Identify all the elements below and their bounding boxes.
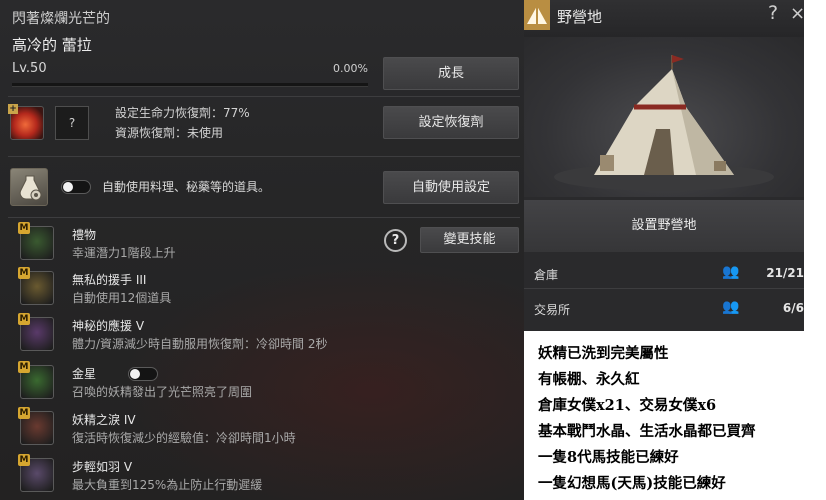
auto-use-toggle[interactable] xyxy=(61,180,91,194)
setup-camp-button[interactable]: 設置野營地 xyxy=(524,200,804,252)
master-badge: M xyxy=(18,222,30,234)
empty-potion-slot[interactable]: ? xyxy=(55,106,89,140)
skill-toggle[interactable] xyxy=(128,367,158,381)
skill-description: 召喚的妖精發出了光芒照亮了周圍 xyxy=(72,385,253,399)
skill-item: M 禮物幸運潛力1階段上升 xyxy=(18,222,398,266)
camp-help-icon[interactable]: ? xyxy=(768,2,778,24)
camp-row-value: 6/6 xyxy=(782,301,804,315)
skill-item: M 神秘的應援 V 體力/資源減少時自動服用恢復劑：冷卻時間 2秒 xyxy=(18,313,398,357)
divider xyxy=(8,156,520,157)
note-line: 倉庫女僕x21、交易女僕x6 xyxy=(538,397,717,414)
divider xyxy=(8,217,520,218)
note-line: 妖精已洗到完美屬性 xyxy=(538,345,669,362)
master-badge: M xyxy=(18,361,30,373)
skill-name: 金星 xyxy=(72,367,97,381)
skill-description: 自動使用12個道具 xyxy=(72,291,172,305)
auto-use-settings-button[interactable]: 自動使用設定 xyxy=(383,171,519,204)
tent-icon xyxy=(524,0,550,30)
skill-name: 神秘的應援 V xyxy=(72,319,145,333)
camp-row-value: 21/21 xyxy=(766,266,804,280)
toggle-knob xyxy=(130,369,140,379)
divider xyxy=(8,96,520,97)
change-skill-button[interactable]: 變更技能 xyxy=(420,227,519,253)
skill-item: M 妖精之淚 IV 復活時恢復減少的經驗值：冷卻時間1小時 xyxy=(18,407,398,451)
exp-percent: 0.00% xyxy=(333,62,368,75)
maid-icon: 👥 xyxy=(722,299,740,315)
maid-icon: 👥 xyxy=(722,264,740,280)
skill-name: 妖精之淚 IV xyxy=(72,413,136,427)
close-icon[interactable]: × xyxy=(790,3,805,24)
master-badge: M xyxy=(18,313,30,325)
camp-row-label: 倉庫 xyxy=(534,268,559,282)
skill-item: M 步輕如羽 V 最大負重到125%為止防止行動遲緩 xyxy=(18,454,398,498)
toggle-knob xyxy=(63,182,73,192)
skill-description: 體力/資源減少時自動服用恢復劑：冷卻時間 2秒 xyxy=(72,337,328,351)
skill-item: M 無私的援手 III 自動使用12個道具 xyxy=(18,267,398,311)
camp-row: 倉庫 👥 21/21 xyxy=(524,258,804,288)
camp-row: 交易所 👥 6/6 xyxy=(524,293,804,323)
skill-description: 復活時恢復減少的經驗值：冷卻時間1小時 xyxy=(72,431,296,445)
grow-button[interactable]: 成長 xyxy=(383,57,519,90)
set-potion-button[interactable]: 設定恢復劑 xyxy=(383,106,519,139)
skill-item: M 金星召喚的妖精發出了光芒照亮了周圍 xyxy=(18,361,398,405)
divider xyxy=(524,288,804,289)
note-line: 有帳棚、永久紅 xyxy=(538,371,640,388)
camp-header: 野營地 ? × xyxy=(524,0,805,37)
resource-recovery-setting: 資源恢復劑：未使用 xyxy=(115,126,224,140)
note-line: 一隻8代馬技能已練好 xyxy=(538,449,679,466)
camp-panel: 野營地 ? × 設置野營地 倉庫 👥 21/21 交易所 👥 6/6 xyxy=(524,0,805,331)
flask-gear-icon xyxy=(19,175,42,201)
skill-name: 步輕如羽 V xyxy=(72,460,133,474)
note-line: 基本戰鬥水晶、生活水晶都已買齊 xyxy=(538,423,756,440)
master-badge: M xyxy=(18,454,30,466)
exp-bar xyxy=(12,83,368,87)
fairy-epithet: 閃著燦爛光芒的 xyxy=(12,11,110,27)
auto-use-description: 自動使用料理、秘藥等的道具。 xyxy=(102,180,271,194)
skill-description: 最大負重到125%為止防止行動遲緩 xyxy=(72,478,263,492)
hp-recovery-setting: 設定生命力恢復劑：77% xyxy=(115,106,250,120)
note-line: 一隻幻想馬(天馬)技能已練好 xyxy=(538,475,726,492)
tent-illustration xyxy=(524,37,804,197)
note-text-block: 妖精已洗到完美屬性 有帳棚、永久紅倉庫女僕x21、交易女僕x6 基本戰鬥水晶、生活水… xyxy=(538,342,826,498)
plus-icon: + xyxy=(8,104,18,114)
fairy-panel: 閃著燦爛光芒的 高冷的 蕾拉 Lv.50 0.00% 成長 + ? 設定生命力恢… xyxy=(0,0,524,500)
fairy-name: 高冷的 蕾拉 xyxy=(12,36,92,54)
camp-title: 野營地 xyxy=(557,8,603,26)
skill-name: 無私的援手 III xyxy=(72,273,147,287)
master-badge: M xyxy=(18,267,30,279)
auto-use-item-icon xyxy=(10,168,48,206)
camp-row-label: 交易所 xyxy=(534,303,571,317)
skill-name: 禮物 xyxy=(72,228,97,242)
master-badge: M xyxy=(18,407,30,419)
skill-description: 幸運潛力1階段上升 xyxy=(72,246,176,260)
fairy-level: Lv.50 xyxy=(12,61,47,76)
